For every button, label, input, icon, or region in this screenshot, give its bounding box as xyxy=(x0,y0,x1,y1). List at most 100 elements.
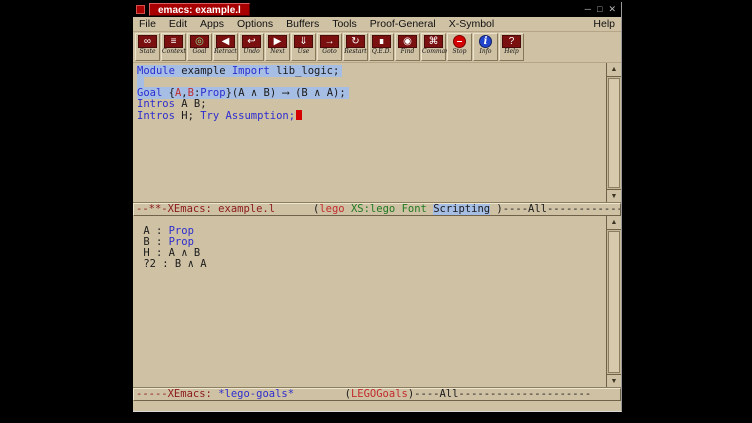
editor-line[interactable]: Intros H; Try Assumption; xyxy=(137,110,606,122)
proof-general-toolbar: ∞State≡Context◎Goal◀Retract↩Undo▶Next⇓Us… xyxy=(133,32,621,63)
toolbar-next-button[interactable]: ▶Next xyxy=(265,33,290,61)
maximize-icon[interactable]: □ xyxy=(597,4,602,15)
minimize-icon[interactable]: ─ xyxy=(585,4,591,15)
menu-items: File Edit Apps Options Buffers Tools Proof-Gen… xyxy=(139,18,494,30)
scrollbar-thumb[interactable] xyxy=(608,78,620,188)
text-segment: ( xyxy=(275,203,319,215)
scroll-up-icon[interactable]: ▲ xyxy=(607,216,621,230)
menu-item-file[interactable]: File xyxy=(139,18,156,30)
menu-item-apps[interactable]: Apps xyxy=(200,18,224,30)
editor-line[interactable]: Goal {A,B:Prop}(A ∧ B) ⟶ (B ∧ A); xyxy=(137,88,606,99)
scroll-down-icon[interactable]: ▼ xyxy=(607,374,621,388)
menu-item-buffers[interactable]: Buffers xyxy=(286,18,319,30)
text-segment: )----All---------------- xyxy=(490,203,621,215)
script-buffer[interactable]: Module example Import lib_logic; Goal {A,… xyxy=(133,63,606,203)
goal-icon: ◎ xyxy=(190,35,209,48)
toolbar-button-label: Find xyxy=(396,48,419,56)
desktop: emacs: example.l ─ □ ✕ File Edit Apps Optio… xyxy=(0,0,752,423)
toolbar-context-button[interactable]: ≡Context xyxy=(161,33,186,61)
text-segment: Font xyxy=(402,203,427,215)
context-icon: ≡ xyxy=(164,35,183,48)
toolbar-qed-button[interactable]: ∎Q.E.D. xyxy=(369,33,394,61)
script-scrollbar[interactable]: ▲ ▼ xyxy=(606,63,621,203)
toolbar-goto-button[interactable]: →Goto xyxy=(317,33,342,61)
toolbar-button-label: Goal xyxy=(188,48,211,56)
toolbar-button-label: Goto xyxy=(318,48,341,56)
text-segment: Assumption; xyxy=(219,110,295,122)
text-segment: *lego-goals* xyxy=(218,388,294,400)
toolbar-button-label: Undo xyxy=(240,48,263,56)
text-segment: example xyxy=(175,65,232,77)
text-segment: -----XEmacs: xyxy=(136,388,218,400)
goals-buffer[interactable]: A : Prop B : Prop H : A ∧ B ?2 : B ∧ A xyxy=(133,216,606,388)
menu-item-x-symbol[interactable]: X-Symbol xyxy=(449,18,495,30)
menu-bar: File Edit Apps Options Buffers Tools Proof-Gen… xyxy=(133,17,621,32)
text-segment: LEGOGoals xyxy=(351,388,408,400)
window-title: emacs: example.l xyxy=(149,3,250,16)
scroll-down-icon[interactable]: ▼ xyxy=(607,189,621,203)
script-buffer-row: Module example Import lib_logic; Goal {A,… xyxy=(133,63,621,203)
use-icon: ⇓ xyxy=(294,35,313,48)
goals-line: A : Prop xyxy=(137,226,606,237)
toolbar-undo-button[interactable]: ↩Undo xyxy=(239,33,264,61)
text-segment: Scripting xyxy=(433,203,490,215)
toolbar-button-label: Stop xyxy=(448,48,471,56)
toolbar-restart-button[interactable]: ↻Restart xyxy=(343,33,368,61)
toolbar-info-button[interactable]: iInfo xyxy=(473,33,498,61)
toolbar-retract-button[interactable]: ◀Retract xyxy=(213,33,238,61)
editor-line[interactable]: Intros A B; xyxy=(137,99,606,110)
menu-item-tools[interactable]: Tools xyxy=(332,18,357,30)
menu-item-edit[interactable]: Edit xyxy=(169,18,187,30)
editor-line[interactable]: Module example Import lib_logic; xyxy=(137,66,606,77)
toolbar-button-label: State xyxy=(136,48,159,56)
text-segment: H; xyxy=(175,110,200,122)
toolbar-button-label: Restart xyxy=(344,48,367,56)
text-segment: lego xyxy=(319,203,344,215)
close-icon[interactable]: ✕ xyxy=(608,4,616,15)
goals-line: ?2 : B ∧ A xyxy=(137,259,606,270)
toolbar-button-label: Info xyxy=(474,48,497,56)
text-segment: Module xyxy=(137,65,175,77)
state-icon: ∞ xyxy=(138,35,157,48)
qed-icon: ∎ xyxy=(372,35,391,48)
command-icon: ⌘ xyxy=(424,35,443,48)
goto-icon: → xyxy=(320,35,339,48)
toolbar-use-button[interactable]: ⇓Use xyxy=(291,33,316,61)
goals-scrollbar[interactable]: ▲ ▼ xyxy=(606,216,621,388)
scroll-up-icon[interactable]: ▲ xyxy=(607,63,621,77)
text-segment: )----All--------------------- xyxy=(408,388,591,400)
retract-icon: ◀ xyxy=(216,35,235,48)
stop-icon: – xyxy=(453,35,466,48)
window-menu-icon[interactable] xyxy=(136,5,145,14)
toolbar-help-button[interactable]: ?Help xyxy=(499,33,524,61)
menu-item-proof-general[interactable]: Proof-General xyxy=(370,18,436,30)
minibuffer[interactable] xyxy=(133,401,621,411)
menu-item-help[interactable]: Help xyxy=(593,18,615,30)
text-segment: A B; xyxy=(175,98,207,110)
script-modeline: --**-XEmacs: example.l (lego XS:lego Fon… xyxy=(133,203,621,216)
text-segment: --**-XEmacs: example.l xyxy=(136,203,275,215)
text-segment: Import xyxy=(232,65,270,77)
scrollbar-trough[interactable] xyxy=(607,230,621,374)
text-segment: lib_logic; xyxy=(270,65,340,77)
toolbar-stop-button[interactable]: –Stop xyxy=(447,33,472,61)
text-segment: }(A ∧ B) ⟶ (B ∧ A); xyxy=(226,87,346,99)
text-segment: Intros xyxy=(137,110,175,122)
title-bar[interactable]: emacs: example.l ─ □ ✕ xyxy=(133,2,621,17)
text-segment: Intros xyxy=(137,98,175,110)
help-icon: ? xyxy=(502,35,521,48)
scrollbar-trough[interactable] xyxy=(607,77,621,189)
scrollbar-thumb[interactable] xyxy=(608,231,620,373)
xemacs-window: emacs: example.l ─ □ ✕ File Edit Apps Optio… xyxy=(133,2,622,412)
text-segment: ( xyxy=(294,388,351,400)
next-icon: ▶ xyxy=(268,35,287,48)
window-controls: ─ □ ✕ xyxy=(585,4,616,15)
text-segment: ?2 : B ∧ A xyxy=(137,258,207,270)
toolbar-goal-button[interactable]: ◎Goal xyxy=(187,33,212,61)
restart-icon: ↻ xyxy=(346,35,365,48)
undo-icon: ↩ xyxy=(242,35,261,48)
toolbar-state-button[interactable]: ∞State xyxy=(135,33,160,61)
toolbar-command-button[interactable]: ⌘Command xyxy=(421,33,446,61)
menu-item-options[interactable]: Options xyxy=(237,18,273,30)
toolbar-find-button[interactable]: ◉Find xyxy=(395,33,420,61)
